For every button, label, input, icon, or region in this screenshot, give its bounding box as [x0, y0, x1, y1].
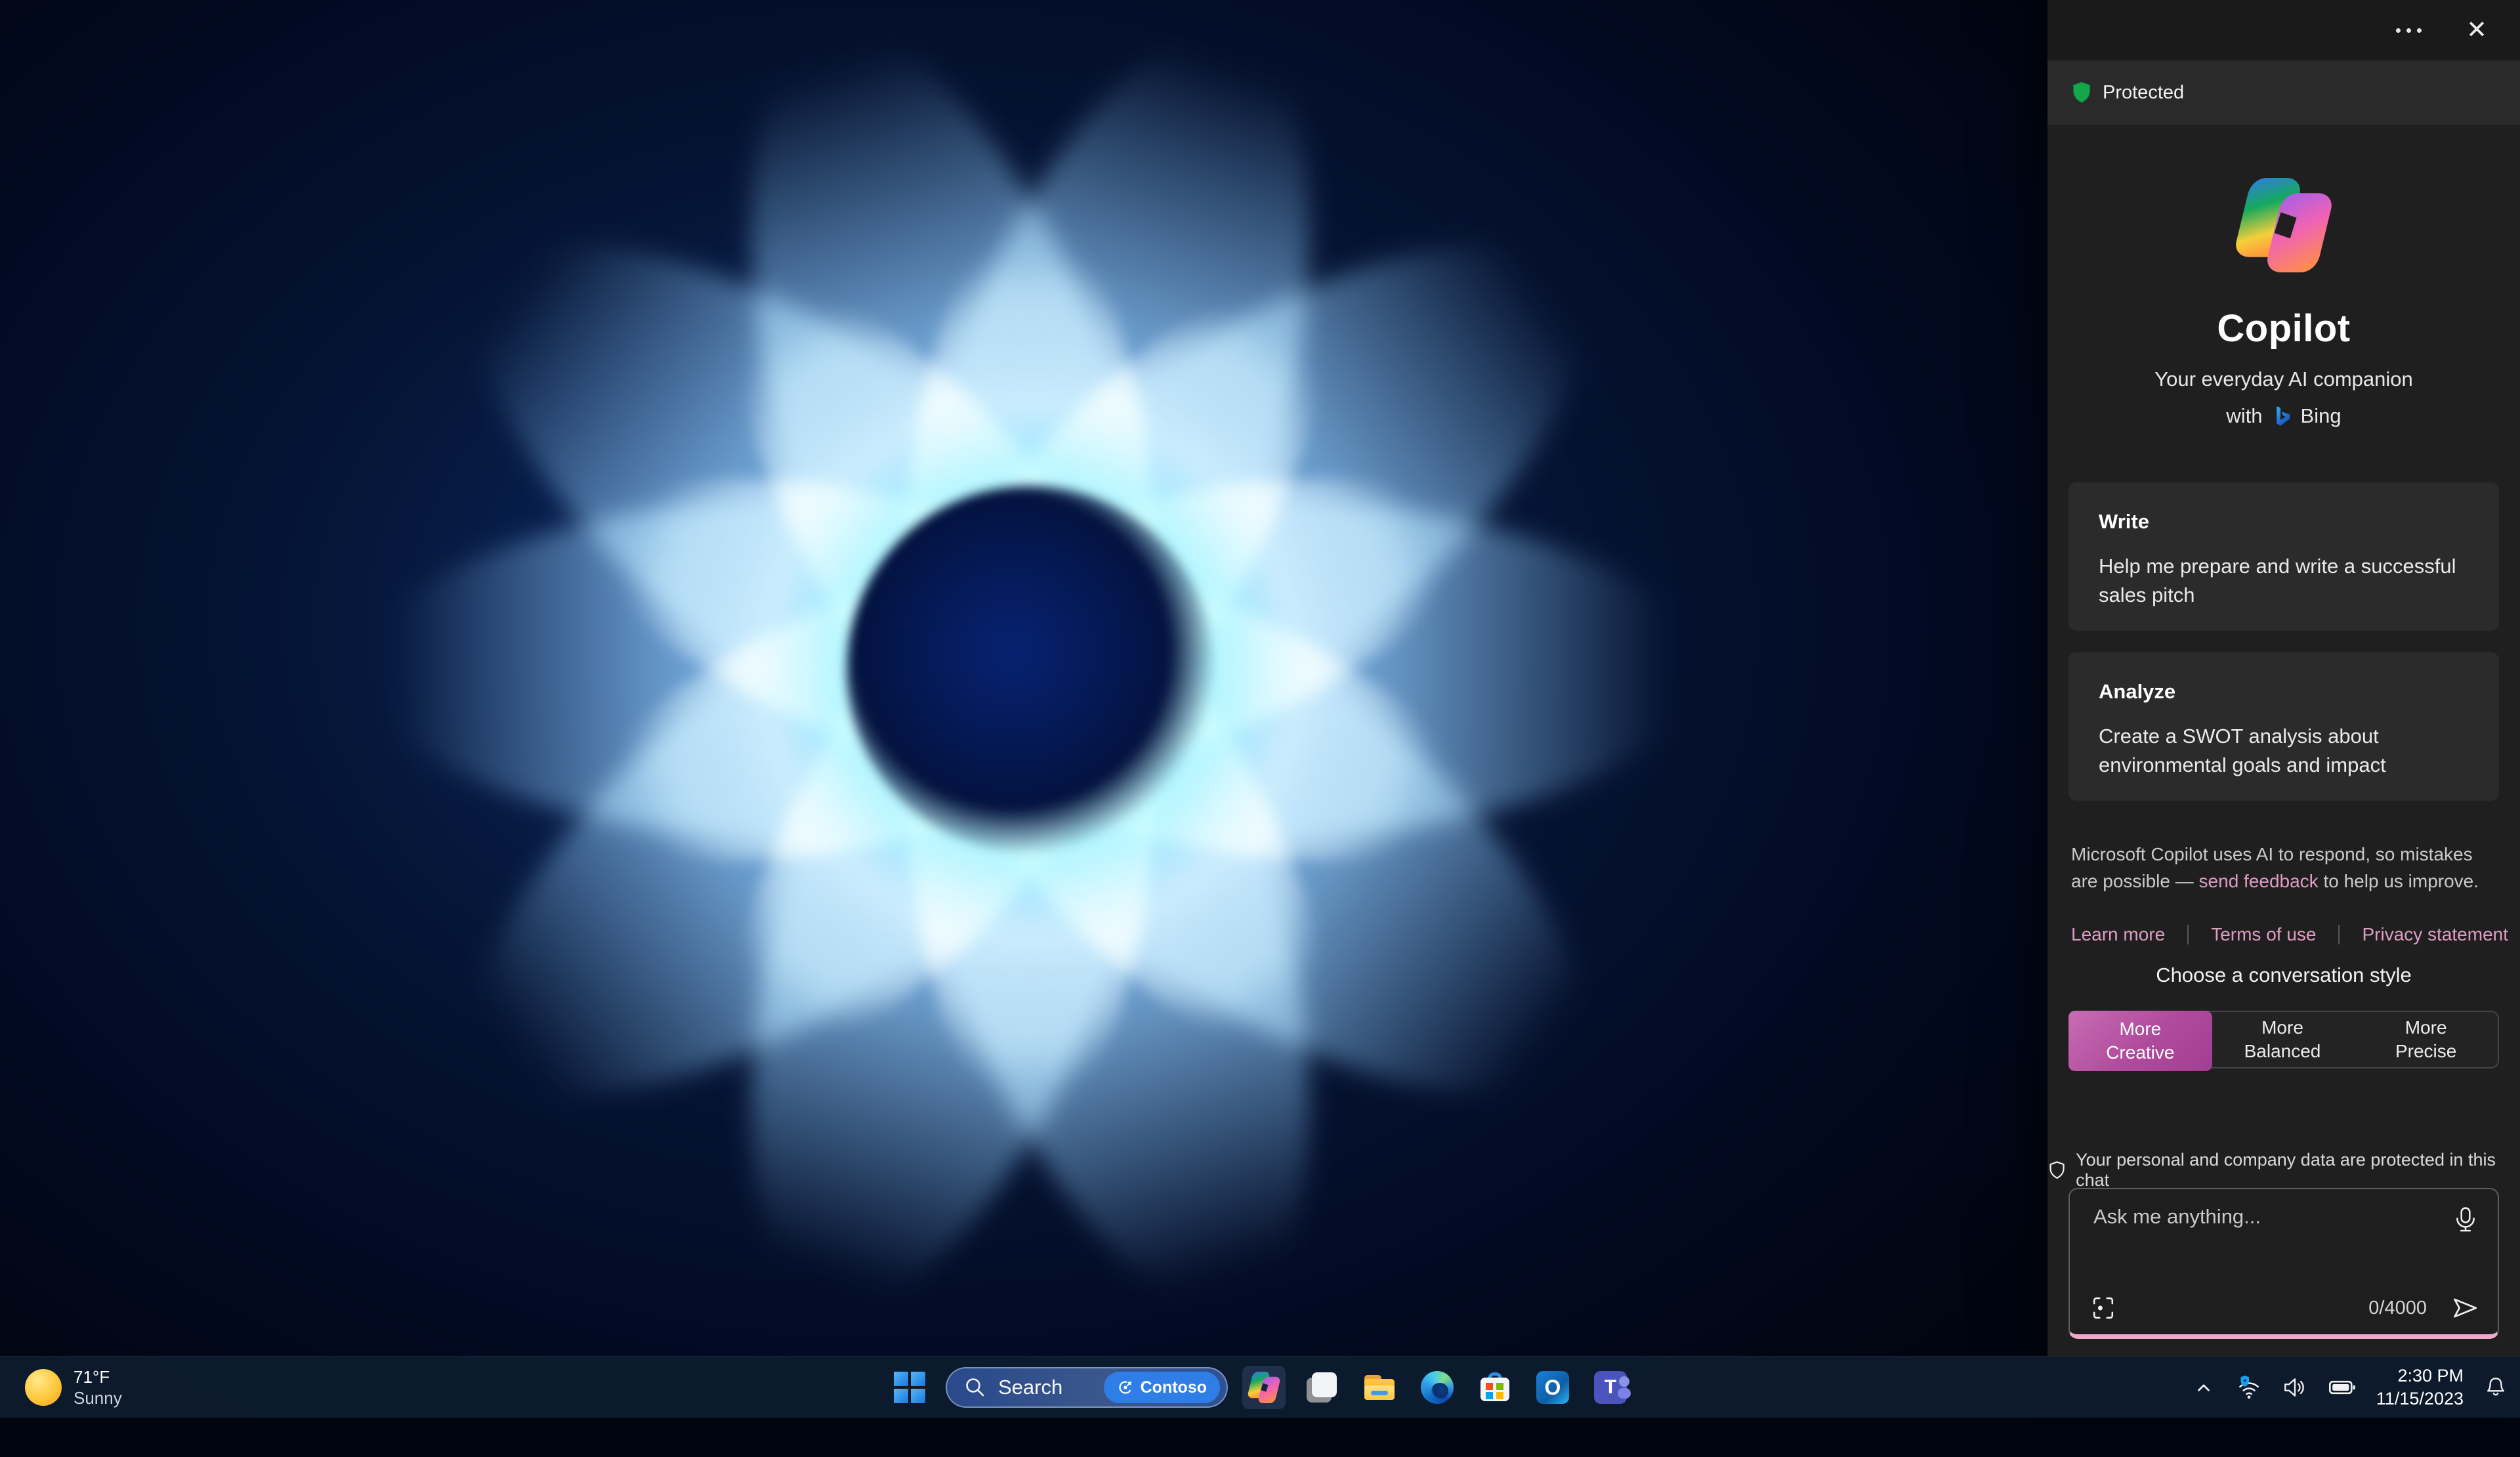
disclaimer-text: to help us improve.	[2319, 871, 2479, 891]
tray-overflow-chevron-button[interactable]	[2193, 1376, 2215, 1399]
style-option-more-creative[interactable]: More Creative	[2068, 1011, 2212, 1071]
conversation-style-switch: More Creative More Balanced More Precise	[2068, 1011, 2499, 1068]
contoso-badge-label: Contoso	[1141, 1378, 1207, 1397]
close-panel-button[interactable]: ✕	[2457, 12, 2496, 48]
clock-widget[interactable]: 2:30 PM 11/15/2023	[2376, 1364, 2464, 1410]
taskbar-microsoft-store-button[interactable]	[1473, 1366, 1517, 1409]
style-option-line2: Balanced	[2244, 1040, 2321, 1063]
conversation-style-label: Choose a conversation style	[2048, 963, 2520, 987]
microphone-icon[interactable]	[2450, 1205, 2481, 1235]
shield-outline-icon	[2048, 1160, 2067, 1180]
learn-more-link[interactable]: Learn more	[2071, 924, 2165, 945]
taskbar-task-view-button[interactable]	[1300, 1366, 1343, 1409]
taskbar-teams-button[interactable]: T	[1589, 1366, 1632, 1409]
weather-widget-button[interactable]: 71°F Sunny	[14, 1357, 133, 1418]
card-body: Create a SWOT analysis about environment…	[2099, 722, 2469, 780]
send-feedback-link[interactable]: send feedback	[2199, 871, 2319, 891]
suggestion-card-write[interactable]: Write Help me prepare and write a succes…	[2068, 482, 2499, 631]
input-toolbar: 0/4000	[2088, 1292, 2481, 1324]
taskbar-file-explorer-button[interactable]	[1358, 1366, 1401, 1409]
copilot-subtitle: Your everyday AI companion	[2048, 368, 2520, 391]
chat-input-box: 0/4000	[2068, 1188, 2499, 1339]
weather-temperature: 71°F	[74, 1366, 122, 1388]
chevron-up-icon	[2193, 1376, 2215, 1399]
search-icon	[964, 1376, 986, 1399]
tray-volume-button[interactable]	[2282, 1375, 2308, 1400]
chat-input[interactable]	[2093, 1205, 2435, 1257]
start-button[interactable]	[888, 1366, 931, 1409]
copilot-hero: Copilot Your everyday AI companion with …	[2048, 176, 2520, 428]
protected-shield-icon	[2071, 81, 2092, 104]
taskbar: 71°F Sunny Search Contoso	[0, 1356, 2520, 1418]
copilot-logo-icon	[2235, 176, 2333, 274]
style-option-more-balanced[interactable]: More Balanced	[2211, 1012, 2355, 1067]
style-option-line2: Precise	[2395, 1040, 2456, 1063]
tray-battery-button[interactable]	[2328, 1376, 2357, 1399]
teams-icon: T	[1594, 1371, 1627, 1404]
battery-icon	[2328, 1376, 2357, 1399]
search-label: Search	[998, 1376, 1092, 1399]
taskbar-center-group: Search Contoso	[888, 1357, 1632, 1418]
windows-logo-icon	[894, 1372, 925, 1403]
copilot-icon	[1248, 1371, 1280, 1404]
taskbar-edge-button[interactable]	[1416, 1366, 1459, 1409]
panel-header: ✕	[2048, 0, 2520, 60]
protected-banner: Protected	[2048, 60, 2520, 125]
dot-icon	[2406, 28, 2411, 33]
char-counter: 0/4000	[2368, 1298, 2449, 1319]
bell-icon	[2483, 1375, 2508, 1400]
copilot-panel: ✕ Protected Copilot Your everyday AI com…	[2048, 0, 2520, 1356]
ai-disclaimer: Microsoft Copilot uses AI to respond, so…	[2071, 841, 2498, 895]
microsoft-store-icon	[1479, 1371, 1511, 1404]
clock-date: 11/15/2023	[2376, 1387, 2464, 1410]
style-option-line1: More	[2261, 1016, 2303, 1040]
send-icon[interactable]	[2449, 1292, 2481, 1324]
copilot-title: Copilot	[2048, 306, 2520, 350]
speaker-icon	[2282, 1375, 2308, 1400]
system-tray: 2:30 PM 11/15/2023	[2193, 1357, 2508, 1418]
tray-network-button[interactable]	[2235, 1374, 2262, 1401]
bing-icon	[2271, 405, 2293, 427]
with-label: with	[2226, 404, 2262, 428]
weather-condition: Sunny	[74, 1387, 122, 1409]
taskbar-copilot-button[interactable]	[1242, 1366, 1286, 1409]
style-option-line1: More	[2405, 1016, 2447, 1040]
notification-center-button[interactable]	[2483, 1375, 2508, 1400]
data-protection-text: Your personal and company data are prote…	[2076, 1150, 2520, 1191]
suggestion-card-analyze[interactable]: Analyze Create a SWOT analysis about env…	[2068, 652, 2499, 801]
terms-of-use-link[interactable]: Terms of use	[2211, 924, 2316, 945]
card-heading: Analyze	[2099, 680, 2469, 704]
outlook-icon: O	[1536, 1371, 1569, 1404]
bloom-flower-art	[144, 0, 1916, 1457]
card-body: Help me prepare and write a successful s…	[2099, 552, 2469, 610]
bing-label: Bing	[2301, 404, 2342, 428]
contoso-target-icon	[1117, 1379, 1134, 1396]
dot-icon	[2396, 28, 2401, 33]
privacy-statement-link[interactable]: Privacy statement	[2362, 924, 2508, 945]
wifi-vpn-shield-icon	[2235, 1374, 2262, 1401]
edge-browser-icon	[1421, 1371, 1454, 1404]
sun-icon	[25, 1369, 62, 1406]
protected-label: Protected	[2103, 82, 2184, 104]
file-explorer-icon	[1363, 1371, 1396, 1404]
taskbar-outlook-button[interactable]: O	[1531, 1366, 1574, 1409]
clock-time: 2:30 PM	[2376, 1364, 2464, 1387]
style-option-line2: Creative	[2106, 1041, 2174, 1065]
more-options-button[interactable]	[2387, 19, 2431, 42]
data-protection-note: Your personal and company data are prote…	[2048, 1150, 2520, 1191]
with-bing-row: with Bing	[2048, 404, 2520, 428]
task-view-icon	[1305, 1371, 1338, 1404]
taskbar-search-box[interactable]: Search Contoso	[946, 1367, 1228, 1408]
style-option-more-precise[interactable]: More Precise	[2354, 1012, 2498, 1067]
screenshot-capture-icon[interactable]	[2088, 1293, 2118, 1323]
style-option-line1: More	[2119, 1017, 2161, 1041]
legal-links: Learn more Terms of use Privacy statemen…	[2071, 924, 2508, 945]
contoso-search-badge[interactable]: Contoso	[1104, 1372, 1220, 1403]
dot-icon	[2417, 28, 2422, 33]
divider	[2187, 925, 2189, 944]
card-heading: Write	[2099, 510, 2469, 534]
divider	[2338, 925, 2340, 944]
